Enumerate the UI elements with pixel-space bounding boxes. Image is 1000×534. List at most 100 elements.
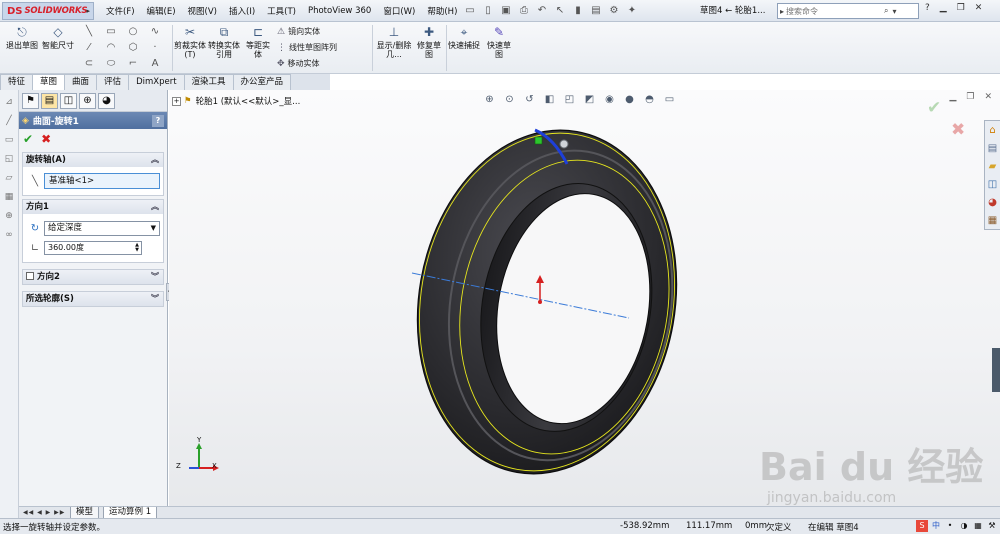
rapid-sketch-button[interactable]: ✎ 快速草图 [484,24,514,59]
solidworks-resources-icon[interactable]: ⌂ [985,123,1000,139]
design-library-icon[interactable]: ▤ [985,141,1000,157]
repair-sketch-button[interactable]: ✚ 修复草图 [414,24,444,59]
expand-chevron-icon[interactable]: ︾ [151,292,159,306]
dimension-tool-icon[interactable]: ◱ [2,152,16,166]
menu-photoview[interactable]: PhotoView 360 [302,6,377,16]
plane-tool-icon[interactable]: ▱ [2,171,16,185]
keyboard-icon[interactable]: ▦ [972,520,984,532]
menu-window[interactable]: 窗口(W) [377,5,421,17]
menu-help[interactable]: 帮助(H) [421,5,463,17]
tab-office-products[interactable]: 办公室产品 [232,74,292,90]
tab-sketch[interactable]: 草图 [32,74,66,90]
trim-entities-button[interactable]: ✂ 剪裁实体(T) [174,24,206,59]
menu-view[interactable]: 视图(V) [182,5,223,17]
search-dropdown-icon[interactable]: ▸ [778,7,786,16]
rebuild-icon[interactable]: ▮ [570,3,586,19]
minimize-icon[interactable]: ▁ [940,3,947,13]
open-document-icon[interactable]: ▯ [480,3,496,19]
view-palette-icon[interactable]: ◫ [985,177,1000,193]
spinner-arrows-icon[interactable]: ▲ ▼ [135,243,139,253]
punctuation-icon[interactable]: • [944,520,956,532]
offset-entities-button[interactable]: ⊏ 等距实体 [243,24,273,59]
end-condition-select[interactable]: 给定深度 ▼ [44,220,160,236]
smart-dimension-button[interactable]: ◇ 智能尺寸 [40,24,76,50]
dimxpert-manager-tab-icon[interactable]: ⊕ [79,93,96,109]
input-method-s-icon[interactable]: S [916,520,928,532]
spline-icon[interactable]: ∿ [144,25,166,39]
file-properties-icon[interactable]: ▤ [588,3,604,19]
half-width-icon[interactable]: ◑ [958,520,970,532]
restore-icon[interactable]: ❐ [957,3,965,13]
rotation-axis-field[interactable]: 基准轴<1> [44,173,160,189]
display-manager-tab-icon[interactable]: ◕ [98,93,115,109]
slot-icon[interactable]: ⊂ [78,57,100,71]
tab-dimxpert[interactable]: DimXpert [128,74,185,90]
exit-sketch-button[interactable]: ⎋ 退出草图 [4,24,40,50]
select-icon[interactable]: ↖ [552,3,568,19]
sketch-pin-icon[interactable]: ✦ [624,3,640,19]
move-handle-icon[interactable] [559,139,569,149]
options-icon[interactable]: ⚙ [606,3,622,19]
tab-scroll-arrows-icon[interactable]: ◀◀ ◀ ▶ ▶▶ [23,507,65,518]
linear-pattern-button[interactable]: ⋮ 线性草图阵列 [277,42,337,53]
collapse-chevron-icon[interactable]: ︽ [151,200,159,214]
tray-tools-icon[interactable]: ⚒ [986,520,998,532]
chinese-input-icon[interactable]: 中 [930,520,942,532]
search-options-icon[interactable]: ▾ [891,7,899,16]
selected-contours-header[interactable]: 所选轮廓(S) ︾ [23,292,163,306]
line-tool-icon[interactable]: ╱ [2,114,16,128]
direction1-header[interactable]: 方向1 ︽ [23,200,163,214]
line-icon[interactable]: ╲ [78,25,100,39]
tab-surfaces[interactable]: 曲面 [64,74,98,90]
close-icon[interactable]: ✕ [975,3,983,13]
direction2-checkbox[interactable] [26,272,34,280]
ellipse-icon[interactable]: ⬭ [100,57,122,71]
move-entities-button[interactable]: ✥ 移动实体 [277,58,320,69]
green-selection-handle-icon[interactable] [534,136,543,145]
save-icon[interactable]: ▣ [498,3,514,19]
rectangle-tool-icon[interactable]: ▭ [2,133,16,147]
menu-tools[interactable]: 工具(T) [261,5,302,17]
angle-spinbox[interactable]: 360.00度 ▲ ▼ [44,241,142,255]
search-icon[interactable]: ⌕ [882,6,890,16]
corner-rectangle-icon[interactable]: ▭ [100,25,122,39]
print-icon[interactable]: ⎙ [516,3,532,19]
fillet-icon[interactable]: ⌐ [122,57,144,71]
logo-expand-icon[interactable]: ▸ [86,7,90,15]
rotation-axis-header[interactable]: 旋转轴(A) ︽ [23,153,163,167]
ok-check-icon[interactable]: ✔ [23,132,33,146]
convert-entities-button[interactable]: ⧉ 转换实体引用 [208,24,240,59]
constraint-tool-icon[interactable]: ⊕ [2,209,16,223]
menu-edit[interactable]: 编辑(E) [141,5,182,17]
undo-icon[interactable]: ↶ [534,3,550,19]
appearances-icon[interactable]: ◕ [985,195,1000,211]
direction2-header[interactable]: 方向2 ︾ [23,270,163,284]
text-icon[interactable]: A [144,57,166,71]
reverse-direction-icon[interactable]: ↻ [26,223,44,234]
right-panel-handle[interactable] [992,348,1000,392]
quick-snaps-button[interactable]: ⌖ 快速捕捉 [448,24,480,50]
file-explorer-icon[interactable]: ▰ [985,159,1000,175]
collapse-chevron-icon[interactable]: ︽ [151,153,159,167]
grid-tool-icon[interactable]: ▦ [2,190,16,204]
property-manager-tab-icon[interactable]: ▤ [41,93,58,109]
link-tool-icon[interactable]: ∞ [2,228,16,242]
tab-features[interactable]: 特征 [0,74,34,90]
sketch-relation-icon[interactable]: ⊿ [2,95,16,109]
configuration-manager-tab-icon[interactable]: ◫ [60,93,77,109]
help-question-icon[interactable]: ? [925,3,930,13]
search-box[interactable]: ▸ ⌕ ▾ [777,3,919,19]
centerline-icon[interactable]: ⁄ [78,41,100,55]
point-icon[interactable]: · [144,41,166,55]
search-input[interactable] [786,6,883,16]
expand-chevron-icon[interactable]: ︾ [151,270,159,284]
solidworks-logo[interactable]: DS SOLIDWORKS ▸ [2,2,94,20]
help-button[interactable]: ? [152,114,164,127]
mirror-entities-button[interactable]: ⚠ 镜向实体 [277,26,320,37]
menu-file[interactable]: 文件(F) [100,5,141,17]
custom-properties-icon[interactable]: ▦ [985,213,1000,229]
graphics-area[interactable]: + ⚑ 轮胎1 (默认<<默认>_显... ⊕ ⊙ ↺ ◧ ◰ ◩ ◉ ● ◓ … [169,90,1000,518]
tab-evaluate[interactable]: 评估 [96,74,130,90]
feature-manager-tab-icon[interactable]: ⚑ [22,93,39,109]
cancel-x-icon[interactable]: ✖ [41,132,51,146]
